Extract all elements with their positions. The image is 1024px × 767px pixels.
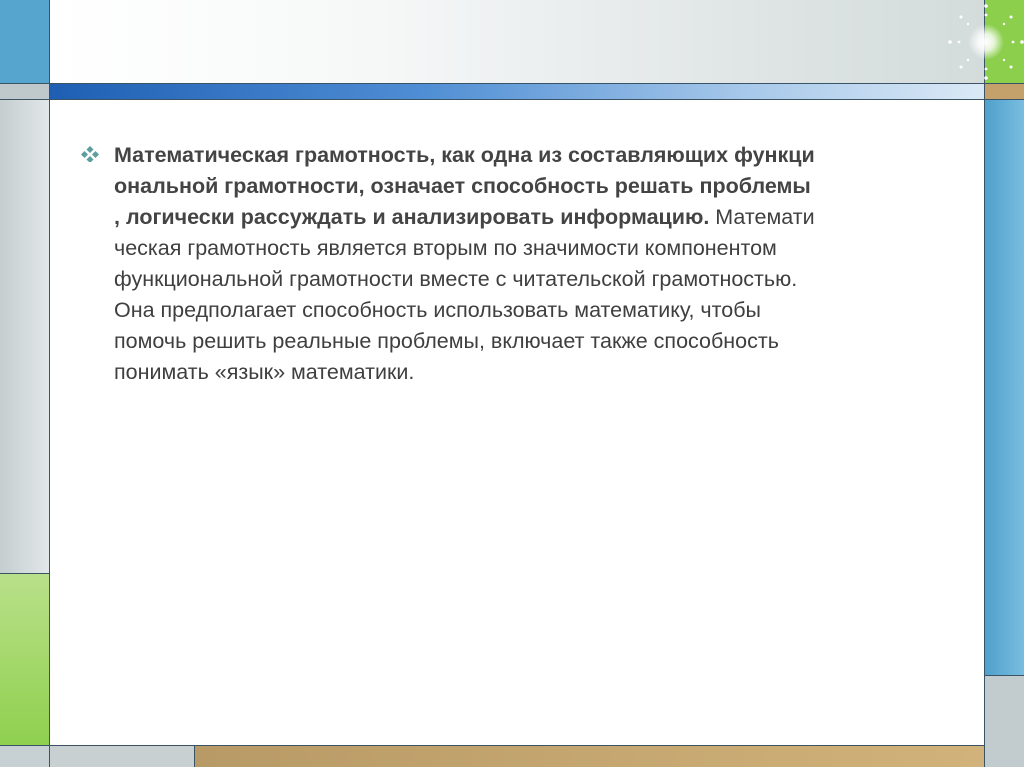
sparkle-star-icon [948, 4, 1024, 80]
bullet-regular-text: Математи ческая грамотность является вто… [114, 205, 815, 384]
header-blue-gradient-strip [50, 84, 984, 100]
header-band [50, 0, 1024, 84]
left-gray-panel [0, 100, 50, 573]
left-bottom-gray-block [0, 745, 50, 767]
right-bottom-gray-block [984, 675, 1024, 767]
right-blue-panel [984, 100, 1024, 675]
footer-tan-strip [195, 745, 984, 767]
left-gray-strip [0, 84, 50, 100]
left-top-blue-block [0, 0, 50, 84]
footer-gray-strip [50, 745, 195, 767]
left-green-panel [0, 573, 50, 745]
diamond-bullet-icon [80, 140, 114, 167]
bullet-item: Математическая грамотность, как одна из … [80, 140, 970, 388]
right-tan-strip [984, 84, 1024, 100]
slide-content: Математическая грамотность, как одна из … [80, 140, 970, 388]
bullet-paragraph: Математическая грамотность, как одна из … [114, 140, 959, 388]
